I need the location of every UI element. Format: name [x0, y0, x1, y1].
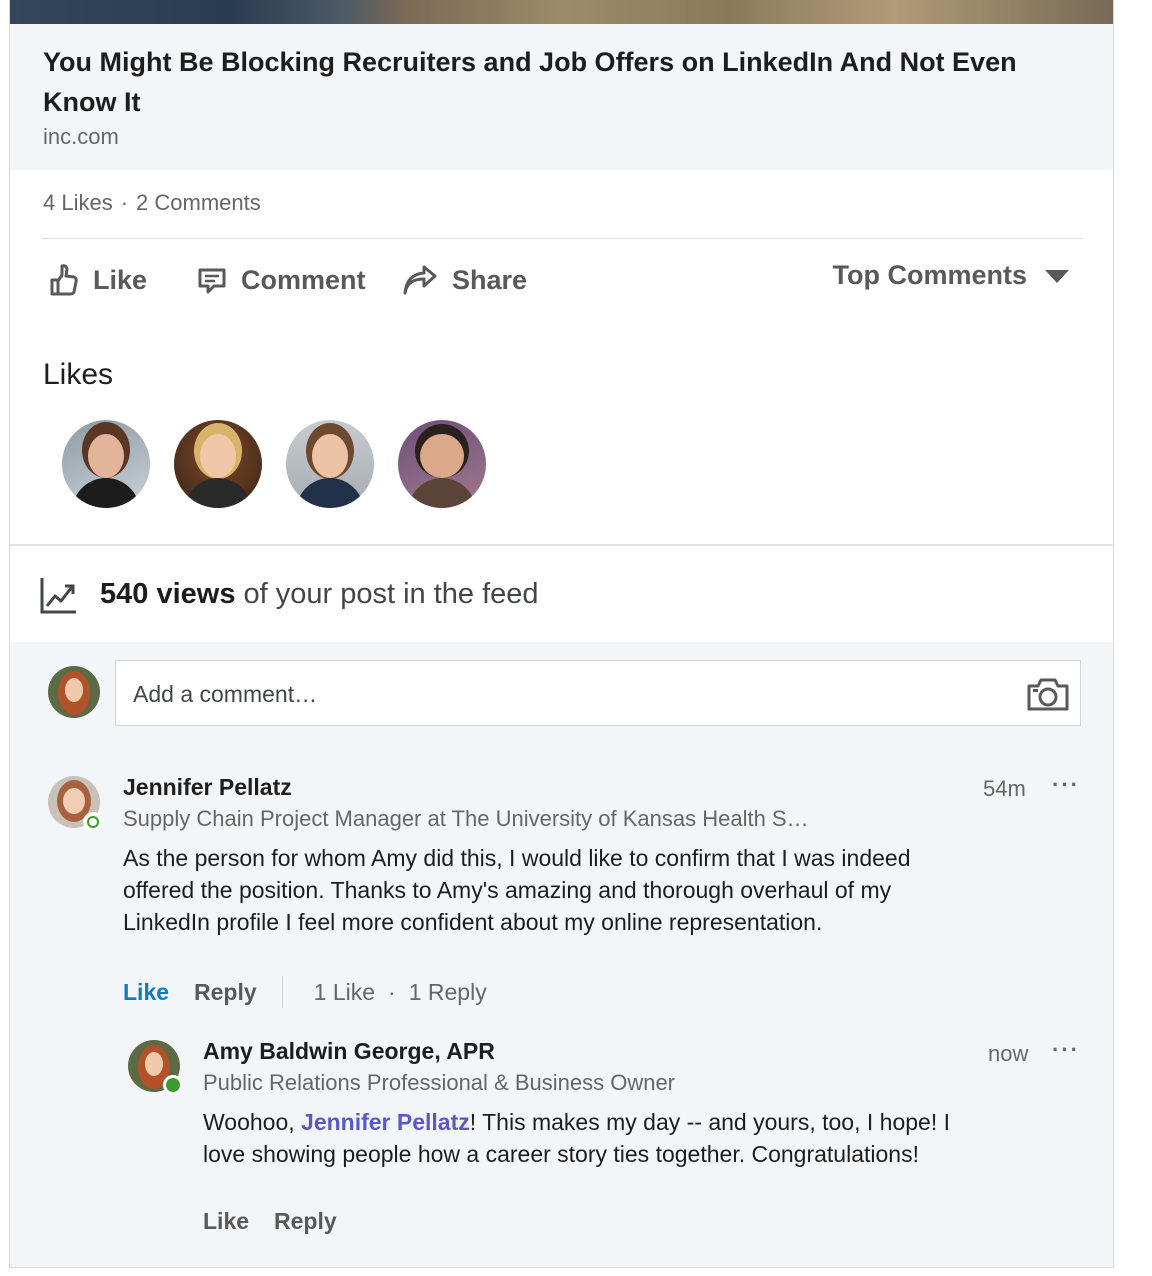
avatar-face — [65, 678, 83, 702]
post-analytics[interactable]: 540 views of your post in the feed — [10, 544, 1113, 642]
sort-label: Top Comments — [832, 260, 1028, 290]
likes-count[interactable]: 4 Likes — [43, 190, 113, 215]
liker-face — [88, 434, 124, 478]
reply-reply-button[interactable]: Reply — [274, 1208, 337, 1235]
comment-reply-button[interactable]: Reply — [194, 979, 257, 1006]
likes-heading: Likes — [43, 358, 114, 391]
liker-avatar[interactable] — [286, 420, 374, 508]
reply-text: Woohoo, Jennifer Pellatz! This makes my … — [203, 1106, 963, 1170]
comment-icon — [198, 268, 226, 294]
comment-actions: Like Reply 1 Like · 1 Reply — [123, 976, 487, 1008]
liker-body — [408, 478, 476, 508]
comment-like-count[interactable]: 1 Like — [314, 979, 375, 1006]
avatar-face — [145, 1052, 163, 1076]
actions-separator — [281, 976, 283, 1008]
avatar-face — [63, 788, 85, 814]
liker-body — [184, 478, 252, 508]
liker-face — [420, 434, 464, 478]
separator-dot: · — [388, 978, 396, 1005]
liker-face — [312, 434, 348, 478]
liker-avatar[interactable] — [62, 420, 150, 508]
reply-author[interactable]: Amy Baldwin George, APR — [203, 1038, 495, 1065]
comment-label: Comment — [241, 264, 366, 295]
liker-body — [72, 478, 140, 508]
reply-text-start: Woohoo, — [203, 1109, 302, 1135]
reply-like-button[interactable]: Like — [203, 1208, 249, 1235]
views-suffix: of your post in the feed — [235, 578, 539, 610]
current-user-avatar[interactable] — [48, 666, 100, 718]
reply-actions: Like Reply — [203, 1208, 362, 1235]
comment-button[interactable]: Comment — [197, 258, 366, 302]
comment-author[interactable]: Jennifer Pellatz — [123, 774, 292, 801]
reply-author-headline: Public Relations Professional & Business… — [203, 1070, 676, 1095]
article-image[interactable] — [10, 0, 1113, 24]
liker-body — [296, 478, 364, 508]
camera-icon[interactable] — [1027, 677, 1069, 711]
reply-timestamp: now — [988, 1041, 1029, 1066]
social-counts: 4 Likes · 2 Comments — [43, 190, 261, 216]
share-button[interactable]: Share — [402, 258, 527, 302]
comment-timestamp: 54m — [983, 776, 1026, 801]
mention-link[interactable]: Jennifer Pellatz — [301, 1109, 470, 1135]
caret-down-icon — [1045, 270, 1069, 283]
article-link[interactable]: You Might Be Blocking Recruiters and Job… — [10, 24, 1113, 170]
liker-face — [200, 434, 236, 478]
thumbs-up-icon — [50, 264, 78, 296]
online-status-indicator — [163, 1075, 183, 1095]
sort-dropdown[interactable]: Top Comments — [832, 260, 1069, 291]
share-arrow-icon — [403, 265, 437, 295]
views-text: 540 views of your post in the feed — [100, 578, 539, 611]
share-label: Share — [452, 264, 528, 295]
comment-text: As the person for whom Amy did this, I w… — [123, 845, 911, 935]
views-count: 540 views — [100, 578, 236, 610]
likers-list — [62, 420, 510, 508]
online-status-indicator — [83, 812, 103, 832]
comments-count[interactable]: 2 Comments — [136, 190, 261, 215]
liker-avatar[interactable] — [174, 420, 262, 508]
separator-dot: · — [120, 190, 129, 215]
more-options-icon[interactable]: ··· — [1052, 1037, 1080, 1063]
like-button[interactable]: Like — [47, 258, 147, 302]
add-comment-input[interactable]: Add a comment… — [115, 660, 1081, 726]
more-options-icon[interactable]: ··· — [1052, 772, 1080, 798]
analytics-trend-icon — [40, 578, 76, 614]
like-label: Like — [93, 264, 148, 295]
post-card: You Might Be Blocking Recruiters and Job… — [9, 0, 1114, 1268]
comment-like-button[interactable]: Like — [123, 979, 169, 1006]
article-title[interactable]: You Might Be Blocking Recruiters and Job… — [43, 42, 1093, 122]
article-source: inc.com — [43, 124, 119, 149]
comments-section: Add a comment… Jennifer Pellatz Supply C… — [10, 642, 1113, 1267]
liker-avatar[interactable] — [398, 420, 486, 508]
comment-author-headline: Supply Chain Project Manager at The Univ… — [123, 806, 809, 831]
divider — [42, 238, 1082, 239]
comment-reply-count[interactable]: 1 Reply — [409, 979, 487, 1006]
